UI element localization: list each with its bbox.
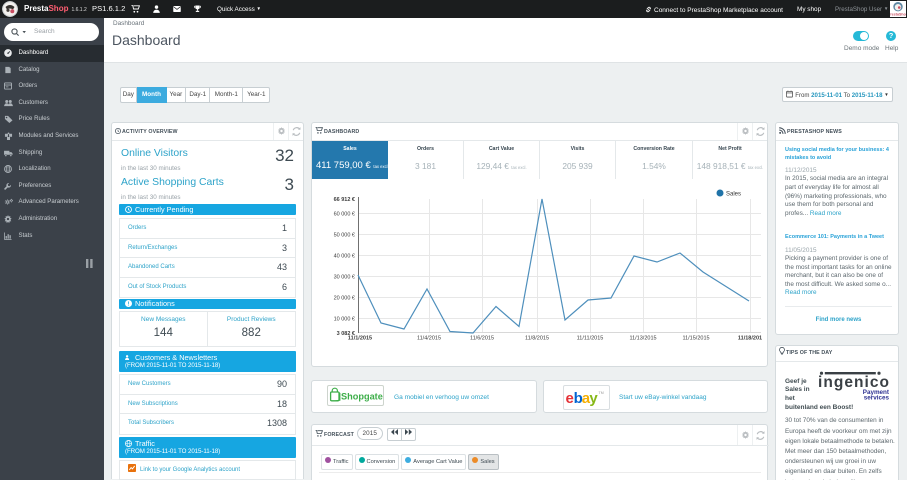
svg-text:!: !: [128, 302, 130, 307]
svg-text:services: services: [864, 394, 889, 400]
svg-text:Shopgate: Shopgate: [341, 392, 383, 402]
svg-text:TM: TM: [599, 391, 604, 395]
svg-text:Sales: Sales: [726, 192, 741, 198]
svg-text:11/6/2015: 11/6/2015: [470, 336, 494, 342]
svg-text:60 000 €: 60 000 €: [334, 212, 355, 218]
svg-text:11/18/201: 11/18/201: [738, 336, 762, 342]
svg-text:11/8/2015: 11/8/2015: [525, 336, 549, 342]
svg-text:y: y: [589, 390, 598, 407]
svg-text:PrestaShop: PrestaShop: [890, 13, 906, 17]
svg-text:e: e: [566, 390, 574, 407]
svg-text:20 000 €: 20 000 €: [334, 296, 355, 302]
svg-text:40 000 €: 40 000 €: [334, 254, 355, 260]
svg-text:30 000 €: 30 000 €: [334, 275, 355, 281]
svg-text:50 000 €: 50 000 €: [334, 233, 355, 239]
svg-text:11/11/2015: 11/11/2015: [577, 336, 604, 342]
svg-text:10 000 €: 10 000 €: [334, 317, 355, 323]
svg-text:11/15/2015: 11/15/2015: [682, 336, 709, 342]
svg-text:11/4/2015: 11/4/2015: [417, 336, 441, 342]
svg-text:66 912 €: 66 912 €: [334, 197, 355, 203]
svg-text:11/13/2015: 11/13/2015: [629, 336, 656, 342]
svg-text:11/1/2015: 11/1/2015: [348, 336, 372, 342]
